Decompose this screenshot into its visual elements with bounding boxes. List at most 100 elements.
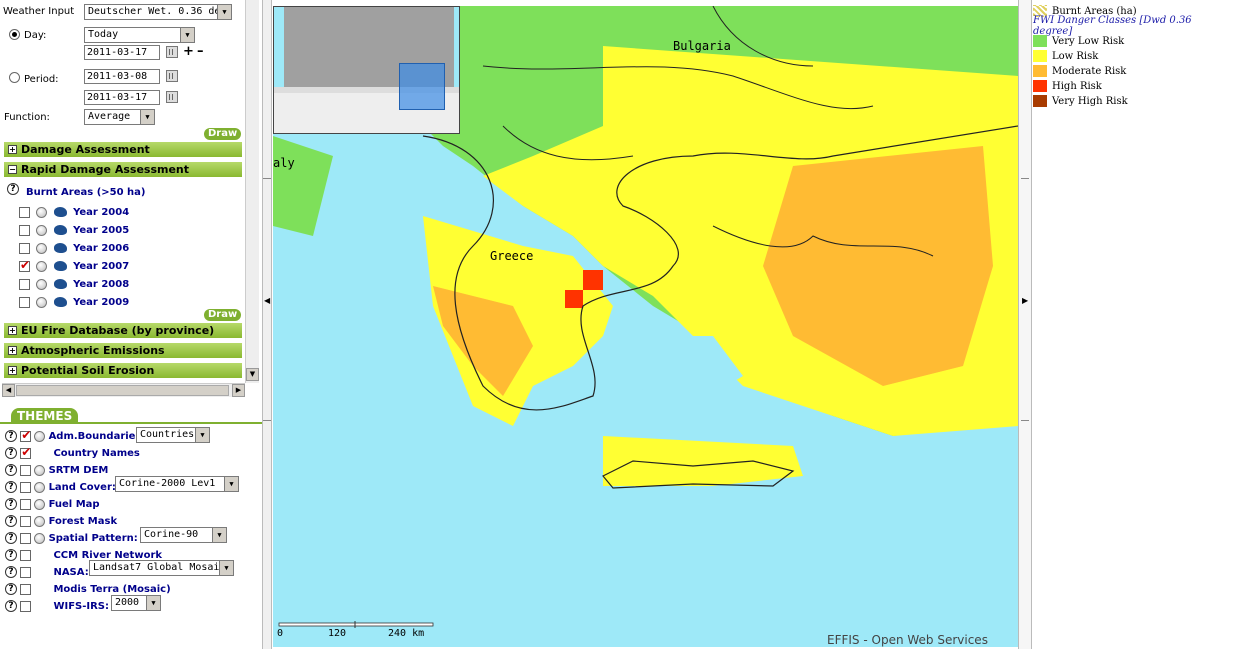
vertical-scrollbar[interactable]: ▼ — [245, 0, 259, 383]
year-radio[interactable] — [36, 206, 48, 218]
year-checkbox[interactable] — [19, 224, 30, 236]
help-icon[interactable]: ? — [5, 430, 17, 442]
scroll-right-icon[interactable]: ▶ — [232, 384, 245, 397]
theme-label[interactable]: Fuel Map — [49, 499, 100, 510]
theme-checkbox[interactable] — [20, 464, 32, 476]
theme-checkbox[interactable] — [20, 515, 32, 527]
land-cover-select[interactable]: Corine-2000 Lev1 ▼ — [115, 476, 239, 492]
themes-tab[interactable]: THEMES — [11, 408, 79, 424]
year-radio[interactable] — [36, 224, 48, 236]
help-icon[interactable]: ? — [5, 498, 17, 510]
theme-radio[interactable] — [34, 481, 46, 493]
help-icon[interactable]: ? — [5, 549, 17, 561]
theme-radio[interactable] — [34, 430, 46, 442]
help-icon[interactable]: ? — [5, 532, 17, 544]
color-swatch — [1033, 50, 1047, 62]
panel-splitter[interactable]: ◀ — [262, 0, 272, 649]
theme-label[interactable]: Land Cover: — [49, 482, 116, 493]
theme-radio[interactable] — [34, 464, 46, 476]
day-select[interactable]: Today ▼ — [84, 27, 195, 43]
day-minus-button[interactable]: – — [197, 44, 204, 59]
soil-erosion-header[interactable]: + Potential Soil Erosion — [4, 363, 242, 378]
day-plus-button[interactable]: + — [183, 44, 194, 59]
theme-label[interactable]: Adm.Boundaries — [49, 431, 142, 442]
day-radio[interactable] — [9, 29, 20, 40]
help-icon[interactable]: ? — [5, 566, 17, 578]
overview-map[interactable] — [273, 6, 460, 134]
legend-label: Low Risk — [1052, 50, 1099, 62]
weather-input-select[interactable]: Deutscher Wet. 0.36 deg ▼ — [84, 4, 232, 20]
theme-checkbox[interactable] — [20, 498, 32, 510]
help-icon[interactable]: ? — [5, 481, 17, 493]
adm-boundaries-select[interactable]: Countries ▼ — [136, 427, 210, 443]
theme-radio[interactable] — [34, 532, 46, 544]
year-label[interactable]: Year 2004 — [73, 207, 129, 218]
theme-checkbox[interactable] — [20, 549, 32, 561]
collapse-right-icon[interactable]: ▶ — [1022, 296, 1028, 305]
function-select[interactable]: Average ▼ — [84, 109, 155, 125]
draw-button[interactable]: Draw — [204, 128, 242, 140]
horizontal-scrollbar[interactable]: ◀ ▶ — [2, 383, 245, 397]
theme-label[interactable]: Country Names — [53, 448, 139, 459]
theme-checkbox[interactable] — [20, 532, 32, 544]
rapid-damage-header[interactable]: − Rapid Damage Assessment — [4, 162, 242, 177]
theme-label[interactable]: Spatial Pattern: — [49, 533, 138, 544]
day-date-input[interactable]: 2011-03-17 — [84, 45, 160, 60]
theme-checkbox[interactable] — [20, 445, 31, 459]
theme-radio[interactable] — [34, 515, 46, 527]
year-label[interactable]: Year 2009 — [73, 297, 129, 308]
theme-checkbox[interactable] — [20, 583, 32, 595]
nasa-select[interactable]: Landsat7 Global Mosaic ▼ — [89, 560, 234, 576]
year-radio[interactable] — [36, 296, 48, 308]
map-view[interactable]: Bulgaria Greece aly 0 120 240 km EFFIS -… — [273, 6, 1018, 647]
theme-radio[interactable] — [34, 498, 46, 510]
spatial-pattern-select[interactable]: Corine-90 ▼ — [140, 527, 227, 543]
period-to-input[interactable]: 2011-03-17 — [84, 90, 160, 105]
theme-label[interactable]: Modis Terra (Mosaic) — [53, 584, 170, 595]
year-checkbox[interactable] — [19, 258, 30, 272]
help-icon[interactable]: ? — [5, 515, 17, 527]
right-splitter[interactable]: ▶ — [1018, 0, 1032, 649]
year-checkbox[interactable] — [19, 278, 30, 290]
year-label[interactable]: Year 2008 — [73, 279, 129, 290]
wifs-select[interactable]: 2000 ▼ — [111, 595, 161, 611]
scroll-thumb[interactable] — [16, 385, 229, 396]
theme-label[interactable]: CCM River Network — [53, 550, 162, 561]
theme-label[interactable]: WIFS-IRS: — [53, 601, 109, 612]
year-radio[interactable] — [36, 260, 48, 272]
scroll-left-icon[interactable]: ◀ — [2, 384, 15, 397]
year-radio[interactable] — [36, 278, 48, 290]
year-checkbox[interactable] — [19, 206, 30, 218]
help-icon[interactable]: ? — [5, 600, 17, 612]
calendar-icon[interactable] — [166, 46, 178, 58]
year-radio[interactable] — [36, 242, 48, 254]
theme-label[interactable]: SRTM DEM — [49, 465, 109, 476]
theme-checkbox[interactable] — [20, 481, 32, 493]
help-icon[interactable]: ? — [5, 464, 17, 476]
theme-checkbox[interactable] — [20, 566, 32, 578]
collapse-left-icon[interactable]: ◀ — [264, 296, 270, 305]
theme-checkbox[interactable] — [20, 600, 32, 612]
theme-label[interactable]: NASA: — [53, 567, 88, 578]
period-from-input[interactable]: 2011-03-08 — [84, 69, 160, 84]
atmospheric-header[interactable]: + Atmospheric Emissions — [4, 343, 242, 358]
year-checkbox[interactable] — [19, 296, 30, 308]
help-icon[interactable]: ? — [7, 183, 19, 195]
eu-fire-header[interactable]: + EU Fire Database (by province) — [4, 323, 242, 338]
help-icon[interactable]: ? — [5, 583, 17, 595]
year-label[interactable]: Year 2005 — [73, 225, 129, 236]
scroll-down-icon[interactable]: ▼ — [246, 368, 259, 381]
theme-checkbox[interactable] — [20, 428, 31, 442]
burnt-areas-title[interactable]: Burnt Areas (>50 ha) — [26, 187, 145, 198]
year-label[interactable]: Year 2007 — [73, 261, 129, 272]
overview-extent-box[interactable] — [399, 63, 445, 110]
calendar-icon[interactable] — [166, 91, 178, 103]
draw-button[interactable]: Draw — [204, 309, 242, 321]
calendar-icon[interactable] — [166, 70, 178, 82]
year-label[interactable]: Year 2006 — [73, 243, 129, 254]
period-radio[interactable] — [9, 72, 20, 83]
help-icon[interactable]: ? — [5, 447, 17, 459]
year-checkbox[interactable] — [19, 242, 30, 254]
damage-assessment-header[interactable]: + Damage Assessment — [4, 142, 242, 157]
theme-label[interactable]: Forest Mask — [49, 516, 118, 527]
